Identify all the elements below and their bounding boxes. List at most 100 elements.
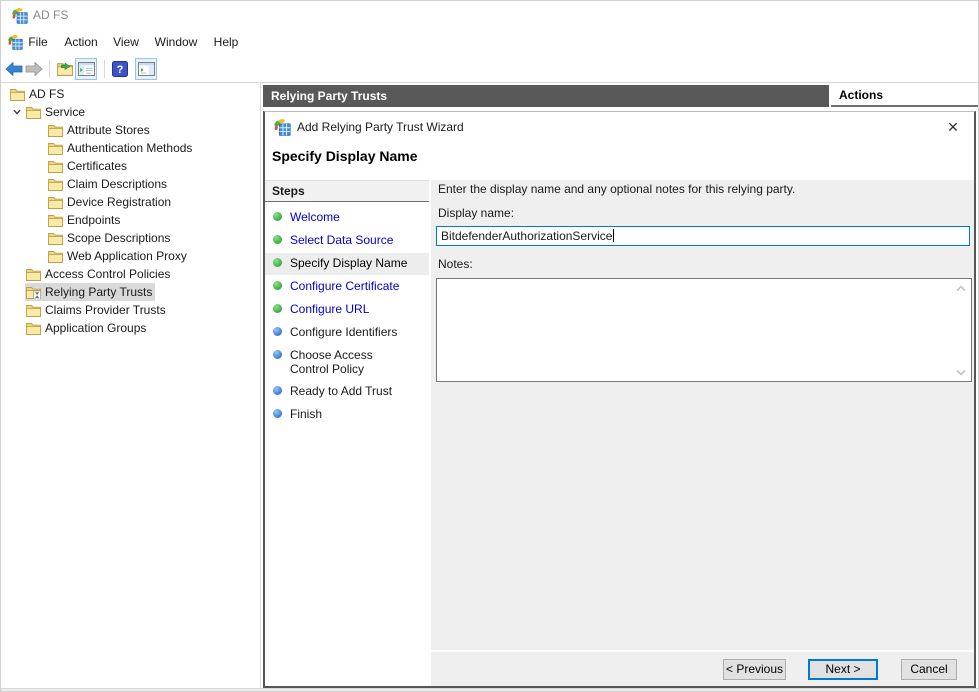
step-completed-bullet-icon <box>273 281 282 290</box>
step-finish: Finish <box>265 404 429 426</box>
help-button[interactable]: ? <box>109 58 131 80</box>
status-strip <box>1 688 978 692</box>
folder-icon <box>48 124 63 137</box>
step-upcoming-bullet-icon <box>273 409 282 418</box>
steps-panel: Welcome Select Data Source Specify Displ… <box>265 202 429 686</box>
steps-header: Steps <box>265 180 429 202</box>
wizard-button-row <box>431 652 974 686</box>
tree-item-label: Authentication Methods <box>67 141 192 155</box>
folder-icon <box>26 322 41 335</box>
menu-view[interactable]: View <box>105 29 147 55</box>
tree-item-attribute-stores[interactable]: Attribute Stores <box>1 121 260 139</box>
adfs-mmc-window: AD FS File Action View Window Help ? <box>0 0 979 692</box>
step-completed-bullet-icon <box>273 258 282 267</box>
folder-icon <box>48 178 63 191</box>
tree-item-label: Access Control Policies <box>45 267 170 281</box>
show-console-tree-toggle[interactable] <box>75 58 97 80</box>
step-ready-to-add-trust: Ready to Add Trust <box>265 381 429 403</box>
tree-item-adfs-root[interactable]: AD FS <box>1 85 260 103</box>
show-action-pane-toggle[interactable] <box>135 58 157 80</box>
tree-item-scope-descriptions[interactable]: Scope Descriptions <box>1 229 260 247</box>
tree-item-claims-provider-trusts[interactable]: Claims Provider Trusts <box>1 301 260 319</box>
wizard-title: Add Relying Party Trust Wizard <box>297 112 464 142</box>
display-name-input[interactable]: BitdefenderAuthorizationService <box>436 226 970 246</box>
step-upcoming-bullet-icon <box>273 350 282 359</box>
tree-item-claim-descriptions[interactable]: Claim Descriptions <box>1 175 260 193</box>
tree-item-web-application-proxy[interactable]: Web Application Proxy <box>1 247 260 265</box>
wizard-step-heading: Specify Display Name <box>272 148 418 164</box>
previous-button[interactable]: < Previous <box>723 659 786 680</box>
tree-item-service[interactable]: Service <box>1 103 260 121</box>
tree-item-label: Claim Descriptions <box>67 177 167 191</box>
menu-help[interactable]: Help <box>205 29 247 55</box>
folder-icon <box>26 106 41 119</box>
svg-text:?: ? <box>117 64 124 76</box>
tree-item-label: Endpoints <box>67 213 120 227</box>
back-button[interactable] <box>3 58 25 80</box>
step-completed-bullet-icon <box>273 304 282 313</box>
back-arrow-icon <box>5 61 23 77</box>
scroll-down-icon[interactable] <box>955 367 967 377</box>
tree-item-label: Relying Party Trusts <box>45 285 152 299</box>
text-caret <box>613 229 614 242</box>
console-tree-icon <box>78 62 95 76</box>
menu-file[interactable]: File <box>19 29 57 55</box>
cancel-button[interactable]: Cancel <box>901 659 957 680</box>
display-name-label: Display name: <box>438 206 514 220</box>
folder-icon <box>48 250 63 263</box>
step-specify-display-name: Specify Display Name <box>265 253 429 275</box>
menu-action[interactable]: Action <box>57 29 105 55</box>
folder-icon <box>48 214 63 227</box>
adfs-app-icon <box>11 7 28 27</box>
display-name-value: BitdefenderAuthorizationService <box>441 229 612 243</box>
folder-icon <box>26 268 41 281</box>
tree-item-label: AD FS <box>29 87 64 101</box>
add-relying-party-trust-wizard: Add Relying Party Trust Wizard ✕ Specify… <box>263 111 976 688</box>
tree-item-label: Service <box>45 105 85 119</box>
scroll-up-icon[interactable] <box>955 283 967 293</box>
notes-textarea[interactable] <box>436 278 972 382</box>
step-configure-url[interactable]: Configure URL <box>265 299 429 321</box>
step-completed-bullet-icon <box>273 235 282 244</box>
actions-pane-header: Actions <box>831 85 979 107</box>
tree-item-label: Web Application Proxy <box>67 249 187 263</box>
window-title: AD FS <box>33 1 68 29</box>
step-upcoming-bullet-icon <box>273 386 282 395</box>
tree-item-label: Application Groups <box>45 321 146 335</box>
folder-icon <box>48 232 63 245</box>
folder-icon <box>48 142 63 155</box>
forward-arrow-icon <box>25 61 43 77</box>
tree-item-label: Attribute Stores <box>67 123 150 137</box>
folder-icon <box>48 196 63 209</box>
results-pane-header: Relying Party Trusts <box>263 85 829 107</box>
tree-item-device-registration[interactable]: Device Registration <box>1 193 260 211</box>
tree-item-authentication-methods[interactable]: Authentication Methods <box>1 139 260 157</box>
step-choose-access-control-policy: Choose Access Control Policy <box>265 345 429 376</box>
step-welcome[interactable]: Welcome <box>265 207 429 229</box>
tree-item-endpoints[interactable]: Endpoints <box>1 211 260 229</box>
tree-item-application-groups[interactable]: Application Groups <box>1 319 260 337</box>
toolbar-separator <box>104 60 105 78</box>
tree-item-relying-party-trusts[interactable]: Relying Party Trusts <box>1 283 260 301</box>
folder-busy-icon <box>26 286 41 299</box>
export-list-button[interactable] <box>54 58 76 80</box>
forward-button[interactable] <box>23 58 45 80</box>
menu-window[interactable]: Window <box>147 29 205 55</box>
tree-item-label: Claims Provider Trusts <box>45 303 166 317</box>
title-bar: AD FS <box>1 1 978 29</box>
next-button[interactable]: Next > <box>808 659 878 680</box>
action-pane-icon <box>138 62 155 76</box>
close-icon[interactable]: ✕ <box>944 118 962 136</box>
tree-item-label: Certificates <box>67 159 127 173</box>
notes-label: Notes: <box>438 257 473 271</box>
step-configure-certificate[interactable]: Configure Certificate <box>265 276 429 298</box>
tree-item-access-control-policies[interactable]: Access Control Policies <box>1 265 260 283</box>
folder-export-icon <box>57 62 73 76</box>
tree-item-certificates[interactable]: Certificates <box>1 157 260 175</box>
folder-icon <box>48 160 63 173</box>
step-upcoming-bullet-icon <box>273 327 282 336</box>
folder-icon <box>10 88 25 101</box>
toolbar-separator <box>49 60 50 78</box>
chevron-down-icon[interactable] <box>9 107 25 117</box>
step-select-data-source[interactable]: Select Data Source <box>265 230 429 252</box>
